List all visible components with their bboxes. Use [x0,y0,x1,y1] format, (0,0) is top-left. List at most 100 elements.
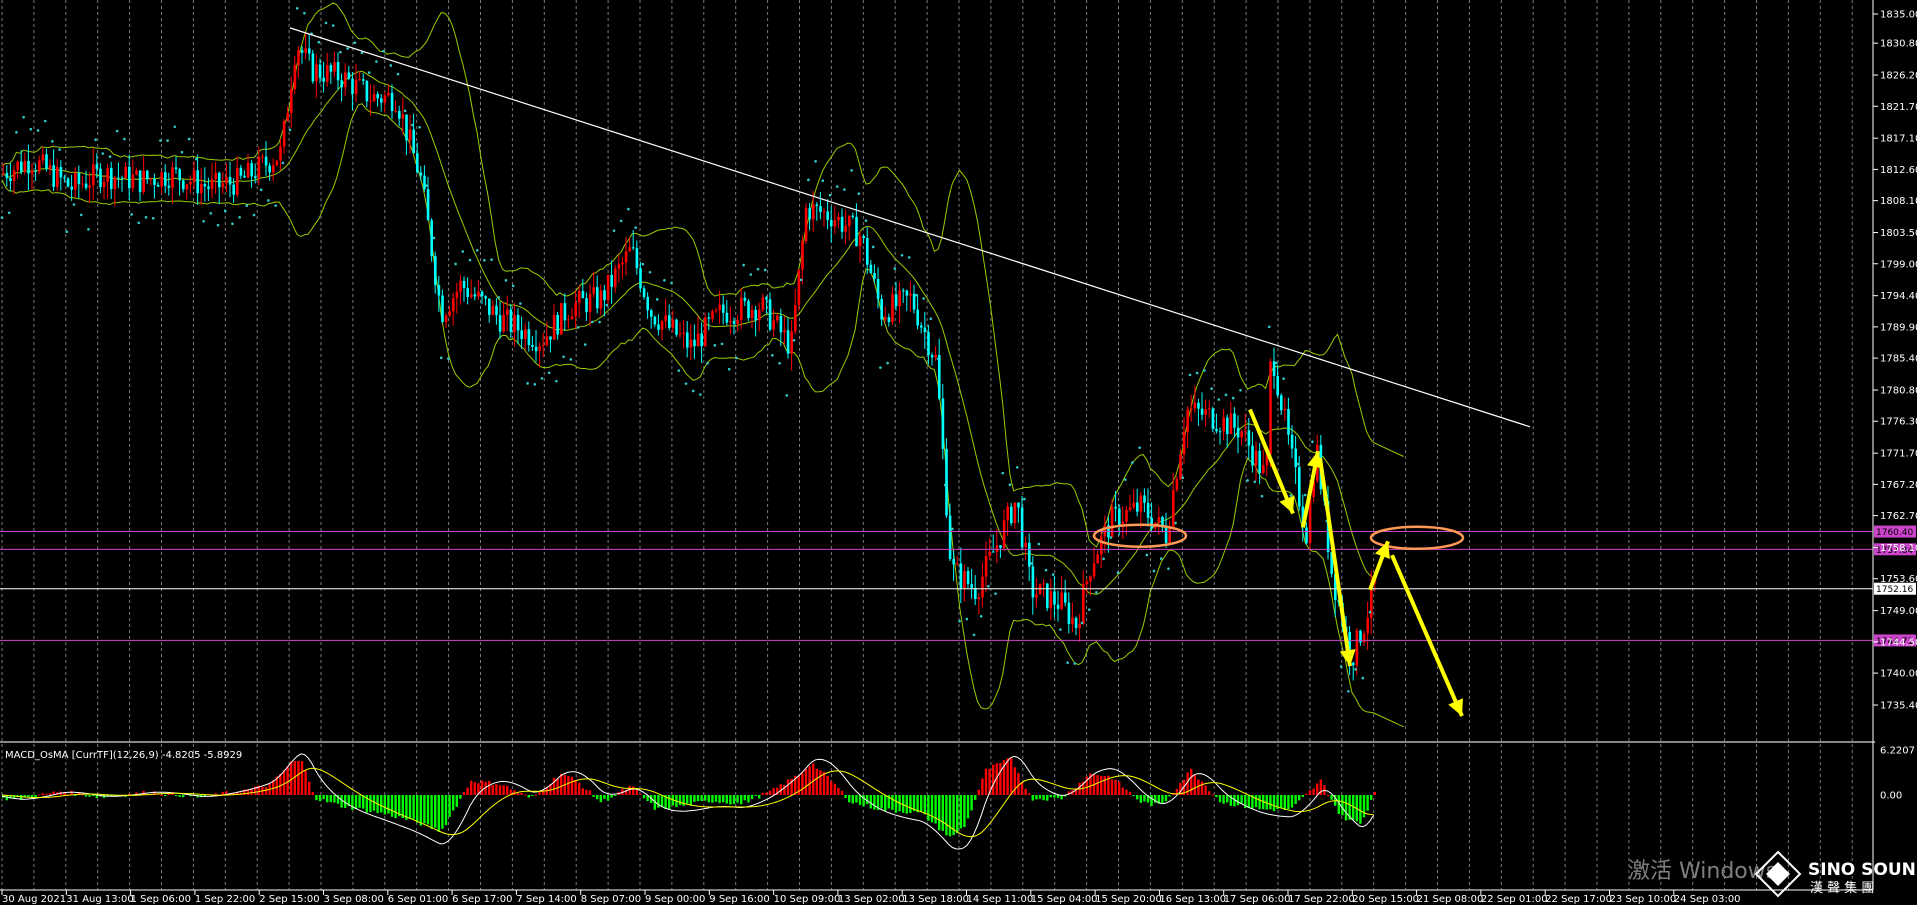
macd-histogram-bar [383,795,386,815]
macd-histogram-bar [1193,775,1196,795]
sar-dot [1289,494,1293,497]
macd-histogram-bar [1366,795,1369,811]
macd-histogram-bar [448,795,451,817]
macd-histogram-bar [758,795,761,799]
candle-body [1110,506,1114,538]
x-tick-label: 16 Sep 13:00 [1159,894,1226,905]
macd-histogram-bar [830,780,833,795]
candle-body [138,170,142,192]
sar-dot [353,41,357,45]
candle-body [1236,427,1240,438]
candle-body [434,256,437,286]
macd-histogram-bar [920,795,923,812]
macd-histogram-bar [297,760,300,795]
candle-body [866,238,869,265]
logo-subtitle: 漢 聲 集 團 [1810,880,1874,896]
macd-histogram-bar [1118,781,1121,795]
sar-dot [533,383,537,386]
macd-histogram-bar [628,786,631,795]
candle-body [99,168,102,188]
macd-histogram-bar [1168,795,1171,797]
y-tick-label: 1794.40 [1880,291,1917,302]
candle-body [84,183,88,188]
macd-histogram-bar [444,795,448,826]
candle-body [927,332,930,356]
macd-histogram-bar [552,777,556,795]
candle-body [380,98,383,103]
candle-body [686,332,689,348]
candle-body [462,280,466,288]
sar-dot [65,230,69,234]
candle-body [610,274,613,287]
candle-body [52,165,55,187]
candle-body [732,320,736,324]
sar-dot [1275,361,1278,365]
candle-body [750,309,754,319]
sar-dot [1066,661,1069,664]
macd-histogram-bar [369,795,372,812]
macd-histogram-bar [164,795,167,796]
sar-dot [713,344,717,347]
macd-histogram-bar [804,768,808,795]
candle-body [477,291,480,297]
candle-body [351,78,354,95]
candle-body [117,177,120,179]
macd-histogram-bar [1053,795,1056,798]
candle-body [664,315,667,322]
candle-body [470,294,473,297]
macd-histogram-bar [700,795,703,802]
macd-histogram-bar [1370,795,1373,800]
candle-body [862,236,865,239]
candle-body [891,294,894,322]
macd-histogram-bar [578,782,581,795]
sar-dot [490,258,493,261]
candle-body [930,355,934,358]
price-chart: 1760.401757.841752.161744.71 6.22070.00 … [0,0,1917,905]
sar-dot [58,148,61,151]
candle-body [653,316,657,325]
x-tick-label: 20 Sep 15:00 [1352,894,1419,905]
macd-histogram-bar [1031,795,1034,801]
candle-body [646,296,649,311]
candle-body [16,161,19,171]
sar-dot [929,317,933,321]
macd-histogram-bar [1132,795,1135,797]
candle-body [624,251,628,263]
macd-histogram-bar [556,778,559,795]
x-tick-label: 22 Sep 01:00 [1481,894,1548,905]
candle-body [131,174,135,189]
macd-histogram-bar [1316,783,1319,795]
macd-histogram-bar [1236,795,1240,806]
macd-histogram-bar [851,795,854,804]
candle-body [437,285,441,296]
macd-histogram-bar [1200,781,1204,795]
candle-body [671,319,675,328]
candle-body [1182,431,1186,455]
macd-histogram-bar [358,795,361,808]
macd-histogram-bar [304,770,307,795]
macd-histogram-bar [1020,782,1024,795]
sar-dot [389,64,393,67]
macd-histogram-bar [1312,788,1315,795]
candle-body [938,355,941,399]
candle-body [538,346,541,352]
candle-body [747,300,750,319]
sar-dot [771,354,774,357]
macd-histogram-bar [390,795,394,817]
macd-histogram-bar [387,795,390,814]
macd-histogram-bar [729,795,732,805]
macd-histogram-bar [1006,758,1009,795]
candle-body [268,165,271,173]
macd-histogram-bar [1272,795,1276,812]
candle-body [282,120,286,147]
candle-body [290,89,293,114]
macd-histogram-bar [300,761,304,795]
macd-histogram-bar [1125,789,1128,795]
candle-body [689,339,693,348]
macd-histogram-bar [603,795,606,799]
candle-body [1305,527,1308,544]
candle-body [1269,361,1272,455]
sar-dot [1080,621,1084,625]
sar-dot [101,152,105,155]
sar-dot [1224,393,1228,397]
